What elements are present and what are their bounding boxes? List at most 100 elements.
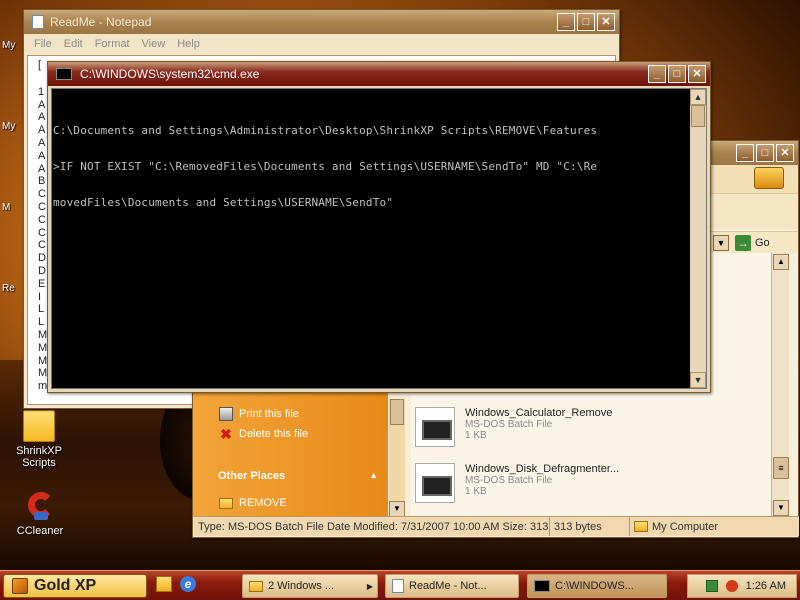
cmd-console[interactable]: C:\Documents and Settings\Administrator\… [51,88,707,389]
file-size: 1 KB [465,486,487,497]
scroll-up-button[interactable]: ▲ [773,254,789,270]
taskbar-button-label: C:\WINDOWS... [555,580,634,592]
print-file-link[interactable]: Print this file [219,407,299,421]
desktop-icon-label: CCleaner [16,525,64,537]
windows-logo-icon [754,167,784,189]
menu-edit[interactable]: Edit [58,38,89,50]
close-button[interactable]: ✕ [688,65,706,83]
taskbar: Gold XP e 2 Windows ... ▶ ReadMe - Not..… [0,570,800,600]
menu-help[interactable]: Help [171,38,206,50]
cmd-icon [56,68,72,80]
maximize-button[interactable]: □ [756,144,774,162]
folder-icon [219,497,233,509]
file-item[interactable]: Windows_Calculator_Remove MS-DOS Batch F… [415,407,612,447]
minimize-button[interactable]: _ [648,65,666,83]
desktop-edge-label: My [2,40,16,51]
cmd-icon [534,580,550,592]
printer-icon [219,407,233,421]
scroll-down-button[interactable]: ▼ [773,500,789,516]
scroll-down-button[interactable]: ▼ [690,372,706,388]
taskbar-button-label: 2 Windows ... [268,580,335,592]
desktop-icon-shrinkxp-scripts[interactable]: ShrinkXP Scripts [1,410,77,469]
cmd-titlebar[interactable]: C:\WINDOWS\system32\cmd.exe _ □ ✕ [48,62,710,86]
scroll-thumb[interactable] [691,105,705,127]
file-type: MS-DOS Batch File [465,419,553,430]
collapse-chevron-icon: ▲ [369,470,378,480]
scroll-down-button[interactable]: ▼ [389,501,405,517]
notepad-menubar: File Edit Format View Help [24,34,619,53]
group-arrow-icon: ▶ [366,581,373,591]
other-places-header[interactable]: Other Places ▲ [218,470,378,482]
desktop-icon-ccleaner[interactable]: CCleaner [2,490,78,537]
show-desktop-icon[interactable] [156,576,172,592]
go-label: Go [755,237,770,249]
start-button[interactable]: Gold XP [3,574,147,598]
scroll-thumb[interactable] [390,399,404,425]
ccleaner-icon [24,490,56,522]
cmd-output: C:\Documents and Settings\Administrator\… [53,101,695,233]
scroll-thumb[interactable]: ≡ [773,457,789,479]
explorer-statusbar: Type: MS-DOS Batch File Date Modified: 7… [194,516,799,536]
maximize-button[interactable]: □ [577,13,595,31]
menu-view[interactable]: View [136,38,172,50]
system-tray: 1:26 AM [687,574,797,598]
windows-flag-icon [12,578,28,594]
desktop-icon-label: ShrinkXP Scripts [16,445,62,469]
status-size: 313 bytes [550,517,630,536]
internet-explorer-icon[interactable]: e [180,576,196,592]
print-file-label: Print this file [239,408,299,420]
folder-icon [23,410,55,442]
menu-format[interactable]: Format [89,38,136,50]
file-item[interactable]: Windows_Disk_Defragmenter... MS-DOS Batc… [415,463,619,503]
notepad-icon [392,579,404,593]
close-button[interactable]: ✕ [776,144,794,162]
delete-file-link[interactable]: ✖ Delete this file [219,427,308,441]
status-location: My Computer [630,517,722,536]
folder-icon [249,580,263,592]
file-type: MS-DOS Batch File [465,475,553,486]
tray-app-icon[interactable] [725,580,738,592]
taskbar-button-label: ReadMe - Not... [409,580,487,592]
delete-icon: ✖ [220,426,232,442]
desktop-edge-label: Re [2,283,15,294]
delete-file-label: Delete this file [239,428,309,440]
file-list-scrollbar[interactable]: ▲ ≡ ▼ [771,253,789,517]
maximize-button[interactable]: □ [668,65,686,83]
minimize-button[interactable]: _ [736,144,754,162]
cmd-window[interactable]: C:\WINDOWS\system32\cmd.exe _ □ ✕ C:\Doc… [47,61,711,393]
quick-launch: e [156,576,196,592]
cmd-line: movedFiles\Documents and Settings\USERNA… [53,196,394,209]
go-arrow-icon: → [735,235,751,251]
other-places-item-label: REMOVE [239,497,287,509]
other-places-title: Other Places [218,470,286,482]
go-button[interactable]: → Go [735,234,785,252]
status-details: Type: MS-DOS Batch File Date Modified: 7… [194,517,550,536]
notepad-titlebar[interactable]: ReadMe - Notepad _ □ ✕ [24,10,619,34]
cmd-scrollbar[interactable]: ▲ ▼ [690,89,706,388]
taskbar-button-windows-group[interactable]: 2 Windows ... ▶ [242,574,378,598]
task-pane-scrollbar[interactable]: ▼ [389,399,405,517]
status-location-label: My Computer [652,520,719,533]
minimize-button[interactable]: _ [557,13,575,31]
batch-file-icon [415,463,455,503]
other-places-remove-link[interactable]: REMOVE [219,497,287,509]
cmd-line: C:\Documents and Settings\Administrator\… [53,124,598,137]
taskbar-button-readme[interactable]: ReadMe - Not... [385,574,519,598]
notepad-icon [32,15,44,29]
desktop-edge-label: M [2,202,11,213]
taskbar-button-cmd[interactable]: C:\WINDOWS... [527,574,667,598]
clock[interactable]: 1:26 AM [746,580,786,592]
close-button[interactable]: ✕ [597,13,615,31]
computer-icon [634,521,648,532]
notepad-title: ReadMe - Notepad [50,15,152,29]
cmd-title: C:\WINDOWS\system32\cmd.exe [80,67,260,81]
address-dropdown-button[interactable]: ▼ [713,235,729,251]
start-label: Gold XP [34,577,97,594]
file-size: 1 KB [465,430,487,441]
file-name: Windows_Disk_Defragmenter... [465,463,620,475]
tray-network-icon[interactable] [705,580,718,592]
scroll-up-button[interactable]: ▲ [690,89,706,105]
cmd-line: >IF NOT EXIST "C:\RemovedFiles\Documents… [53,160,598,173]
file-name: Windows_Calculator_Remove [465,407,613,419]
menu-file[interactable]: File [28,38,58,50]
